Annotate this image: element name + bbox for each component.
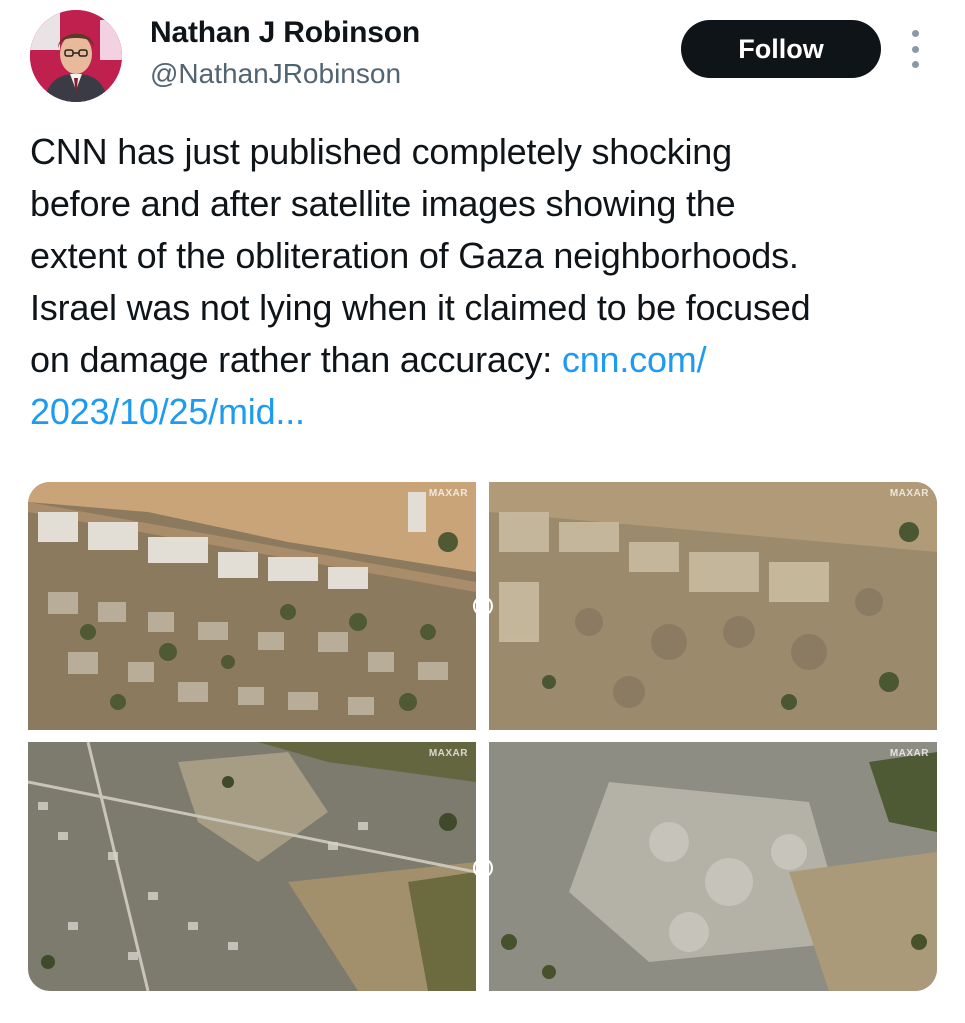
tweet-line-with-link: on damage rather than accuracy: cnn.com/ [30, 334, 950, 386]
avatar[interactable] [30, 10, 122, 102]
author-handle[interactable]: @NathanJRobinson [150, 58, 401, 90]
article-link-part1[interactable]: cnn.com/ [562, 339, 707, 380]
after-image-top[interactable]: MAXAR [489, 482, 937, 730]
before-image-bottom[interactable]: MAXAR [28, 742, 476, 991]
media-grid[interactable]: MAXAR MAXAR MAXAR MAXAR [28, 482, 937, 991]
tweet-text: CNN has just published completely shocki… [30, 126, 950, 438]
dot [911, 30, 919, 37]
satellite-before-bottom [28, 742, 476, 991]
maxar-watermark: MAXAR [428, 488, 468, 499]
compare-slider-handle-top[interactable] [473, 596, 493, 616]
tweet-line-link: 2023/10/25/mid... [30, 386, 950, 438]
profile-photo-icon [30, 10, 122, 102]
satellite-after-bottom [489, 742, 937, 991]
after-image-bottom[interactable]: MAXAR [489, 742, 937, 991]
before-image-top[interactable]: MAXAR [28, 482, 476, 730]
tweet-line: Israel was not lying when it claimed to … [30, 287, 811, 328]
satellite-after-top [489, 482, 937, 730]
maxar-watermark: MAXAR [428, 748, 468, 759]
tweet-line: before and after satellite images showin… [30, 183, 736, 224]
tweet-line: extent of the obliteration of Gaza neigh… [30, 235, 799, 276]
tweet-line: on damage rather than accuracy: [30, 339, 562, 380]
maxar-watermark: MAXAR [889, 488, 929, 499]
maxar-watermark: MAXAR [889, 748, 929, 759]
compare-slider-handle-bottom[interactable] [473, 858, 493, 878]
satellite-before-top [28, 482, 476, 730]
more-options-icon[interactable] [898, 30, 932, 68]
dot [911, 45, 919, 53]
article-link-part2[interactable]: 2023/10/25/mid... [30, 391, 305, 432]
author-name[interactable]: Nathan J Robinson [150, 16, 420, 50]
follow-button[interactable]: Follow [681, 20, 881, 78]
dot [911, 61, 919, 68]
tweet-line: CNN has just published completely shocki… [30, 131, 732, 172]
